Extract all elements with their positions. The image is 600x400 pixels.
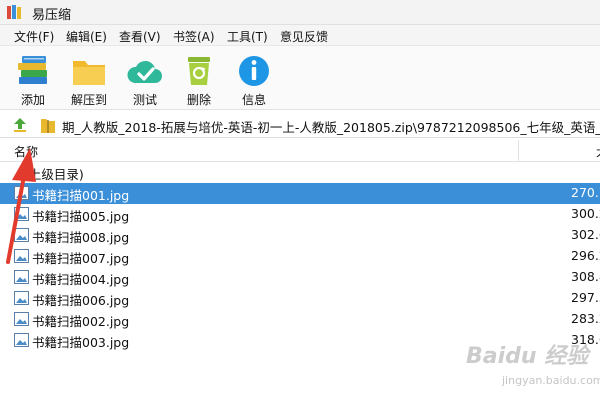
file-name: 书籍扫描008.jpg [32,230,130,245]
file-row[interactable]: 书籍扫描005.jpg 300.2 [0,204,600,225]
column-divider[interactable] [518,140,519,162]
image-file-icon [14,333,29,347]
info-button-label: 信息 [241,93,266,107]
cloud-check-icon [127,60,162,83]
file-name: 书籍扫描001.jpg [32,188,130,203]
menu-feedback[interactable]: 意见反馈 [280,28,328,45]
file-name: 书籍扫描005.jpg [32,209,130,224]
menu-edit[interactable]: 编辑(E) [66,28,107,45]
file-size: 297.3 [571,290,600,305]
info-icon [239,56,269,86]
file-size: 270.7 [571,185,600,200]
up-level-icon[interactable] [12,117,28,133]
file-name: 书籍扫描003.jpg [32,335,130,350]
menu-view[interactable]: 查看(V) [119,28,161,45]
image-file-icon [14,228,29,242]
test-button[interactable]: 测试 [116,49,174,107]
file-row[interactable]: 书籍扫描004.jpg 308.8 [0,267,600,288]
column-header-size[interactable]: 大 [596,143,600,160]
add-button[interactable]: 添加 [4,49,62,107]
toolbar: 添加 解压到 测试 删除 信息 [0,46,600,110]
file-name: 书籍扫描007.jpg [32,251,130,266]
file-row[interactable]: 书籍扫描006.jpg 297.3 [0,288,600,309]
menu-bookmark[interactable]: 书签(A) [173,28,215,45]
delete-button[interactable]: 删除 [170,49,228,107]
title-bar: 易压缩 [0,0,600,24]
image-file-icon [14,291,29,305]
address-bar: 期_人教版_2018-拓展与培优-英语-初一上-人教版_201805.zip\9… [0,112,600,138]
folder-extract-icon [73,61,105,85]
watermark: Baidu 经验 jingyan.baidu.com [462,338,600,394]
extract-to-button[interactable]: 解压到 [60,49,118,107]
file-name: 书籍扫描006.jpg [32,293,130,308]
info-button[interactable]: 信息 [225,49,283,107]
image-file-icon [14,249,29,263]
list-header: 名称 大 [0,140,600,162]
parent-directory-row[interactable]: ..(上级目录) [0,162,600,183]
image-file-icon [14,186,29,200]
archive-path[interactable]: 期_人教版_2018-拓展与培优-英语-初一上-人教版_201805.zip\9… [62,117,600,136]
app-logo-icon [7,5,21,19]
file-size: 283.2 [571,311,600,326]
window-title: 易压缩 [32,8,72,23]
image-file-icon [14,270,29,284]
menu-tools[interactable]: 工具(T) [227,28,268,45]
image-file-icon [14,312,29,326]
file-size: 308.8 [571,269,600,284]
file-row[interactable]: 书籍扫描007.jpg 296.2 [0,246,600,267]
menu-bar: 文件(F) 编辑(E) 查看(V) 书签(A) 工具(T) 意见反馈 [0,24,600,46]
extract-to-button-label: 解压到 [70,93,107,107]
delete-button-label: 删除 [186,93,211,107]
file-size: 300.2 [571,206,600,221]
file-row[interactable]: 书籍扫描002.jpg 283.2 [0,309,600,330]
add-button-label: 添加 [20,93,45,107]
recycle-bin-icon [188,57,210,85]
file-name: 书籍扫描002.jpg [32,314,130,329]
image-file-icon [14,207,29,221]
watermark-url: jingyan.baidu.com [502,374,600,387]
archive-folder-icon [41,119,55,133]
parent-directory-label: ..(上级目录) [16,167,84,182]
books-add-icon [18,56,47,84]
file-row[interactable]: 书籍扫描001.jpg 270.7 [0,183,600,204]
column-header-name[interactable]: 名称 [14,143,38,160]
file-size: 296.2 [571,248,600,263]
watermark-logo: Baidu 经验 [466,344,589,369]
file-row[interactable]: 书籍扫描008.jpg 302.6 [0,225,600,246]
menu-file[interactable]: 文件(F) [14,28,54,45]
file-size: 302.6 [571,227,600,242]
file-name: 书籍扫描004.jpg [32,272,130,287]
test-button-label: 测试 [132,93,157,107]
